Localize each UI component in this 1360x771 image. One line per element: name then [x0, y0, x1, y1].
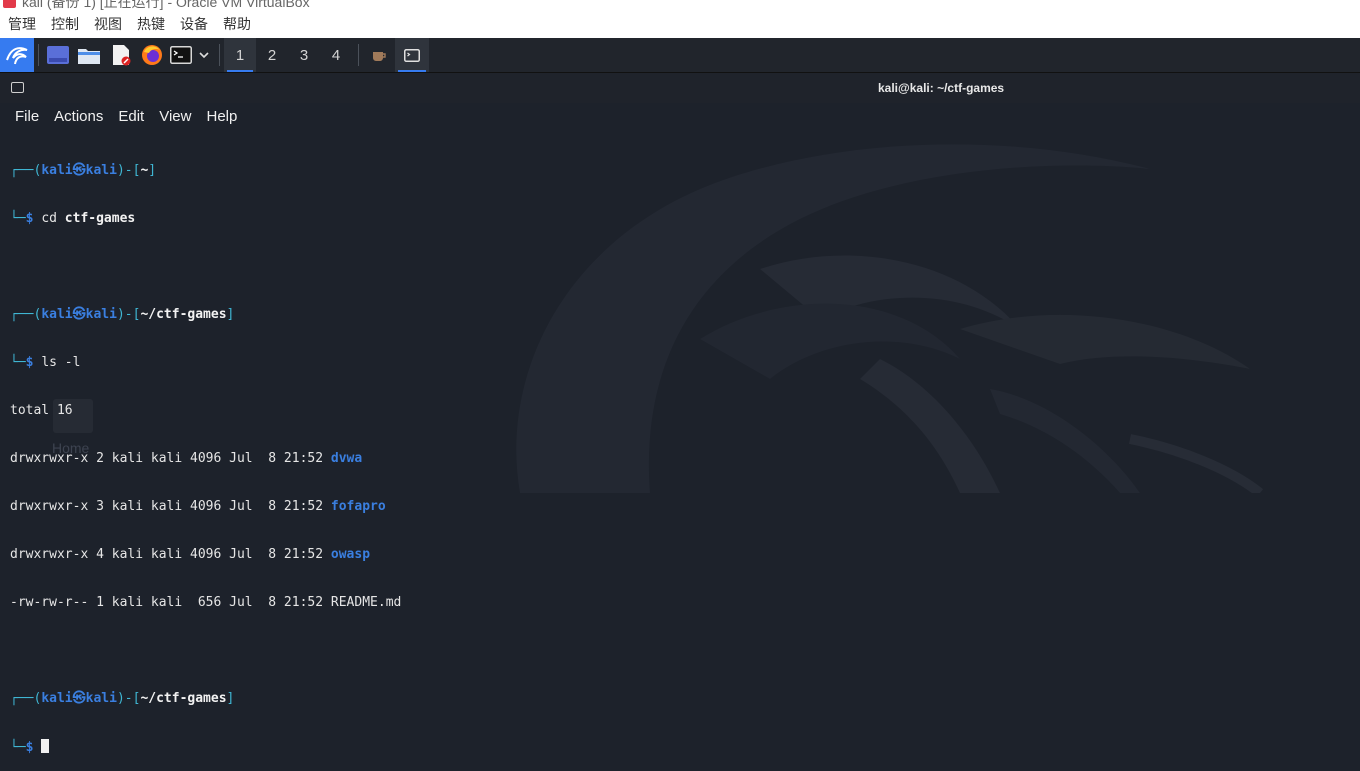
taskbar-app-coffee[interactable]	[363, 38, 395, 72]
terminal-launcher-dropdown[interactable]	[195, 38, 213, 72]
workspace-2[interactable]: 2	[256, 38, 288, 72]
prompt-line: ┌──(kali㉿kali)-[~]	[10, 163, 157, 178]
workspace-4[interactable]: 4	[320, 38, 352, 72]
firefox-icon	[142, 45, 162, 65]
vbox-window-title: kali (备份 1) [正在运行] - Oracle VM VirtualBo…	[0, 0, 1360, 10]
ls-row: -rw-rw-r-- 1 kali kali 656 Jul 8 21:52 R…	[10, 595, 402, 610]
vbox-menu-devices[interactable]: 设备	[180, 14, 208, 34]
kali-dragon-icon	[6, 47, 28, 65]
terminal-launcher[interactable]	[167, 38, 195, 72]
vbox-menu-manage[interactable]: 管理	[8, 14, 36, 34]
terminal-titlebar[interactable]: kali@kali: ~/ctf-games	[0, 73, 1360, 103]
virtualbox-logo-icon	[3, 0, 16, 8]
coffee-cup-icon	[373, 52, 386, 61]
terminal-menu-actions[interactable]: Actions	[54, 108, 103, 125]
desktop-icon	[47, 46, 69, 64]
firefox-launcher[interactable]	[137, 38, 167, 72]
terminal-menu-view[interactable]: View	[159, 108, 191, 125]
show-desktop-button[interactable]	[43, 38, 73, 72]
vbox-menu-control[interactable]: 控制	[51, 14, 79, 34]
taskbar-app-terminal[interactable]	[395, 38, 429, 72]
workspace-1[interactable]: 1	[224, 38, 256, 72]
command-line: └─$	[10, 739, 401, 755]
terminal-menu-file[interactable]: File	[15, 108, 39, 125]
vbox-menu-hotkey[interactable]: 热键	[137, 14, 165, 34]
command-line: └─$ cd ctf-games	[10, 211, 136, 226]
prompt-line: ┌──(kali㉿kali)-[~/ctf-games]	[10, 307, 235, 322]
workspace-3[interactable]: 3	[288, 38, 320, 72]
terminal-menu-help[interactable]: Help	[206, 108, 237, 125]
terminal-menu-edit[interactable]: Edit	[118, 108, 144, 125]
vbox-menu-view[interactable]: 视图	[94, 14, 122, 34]
command-line: └─$ ls -l	[10, 355, 81, 370]
text-editor-icon	[113, 45, 131, 66]
ls-row: drwxrwxr-x 3 kali kali 4096 Jul 8 21:52 …	[10, 499, 386, 514]
vbox-menubar: 管理 控制 视图 热键 设备 帮助	[0, 10, 1360, 38]
vbox-menu-help[interactable]: 帮助	[223, 14, 251, 34]
kali-top-panel: 1 2 3 4	[0, 38, 1360, 73]
panel-separator	[219, 44, 220, 66]
prompt-line: ┌──(kali㉿kali)-[~/ctf-games]	[10, 691, 235, 706]
file-manager-launcher[interactable]	[73, 38, 105, 72]
chevron-down-icon	[199, 51, 209, 58]
folder-icon	[78, 49, 100, 64]
terminal-icon	[170, 46, 192, 64]
text-editor-launcher[interactable]	[105, 38, 137, 72]
terminal-window-icon	[11, 82, 24, 93]
ls-total: total 16	[10, 403, 73, 418]
terminal-menubar: File Actions Edit View Help	[0, 103, 1360, 129]
kali-menu-button[interactable]	[0, 38, 34, 72]
text-cursor	[41, 739, 50, 753]
terminal-window-title: kali@kali: ~/ctf-games	[878, 81, 1005, 95]
terminal-icon	[404, 48, 420, 62]
terminal-output[interactable]: ┌──(kali㉿kali)-[~] └─$ cd ctf-games ┌──(…	[10, 131, 401, 771]
ls-row: drwxrwxr-x 4 kali kali 4096 Jul 8 21:52 …	[10, 547, 371, 562]
panel-separator	[358, 44, 359, 66]
ls-row: drwxrwxr-x 2 kali kali 4096 Jul 8 21:52 …	[10, 451, 363, 466]
panel-separator	[38, 44, 39, 66]
